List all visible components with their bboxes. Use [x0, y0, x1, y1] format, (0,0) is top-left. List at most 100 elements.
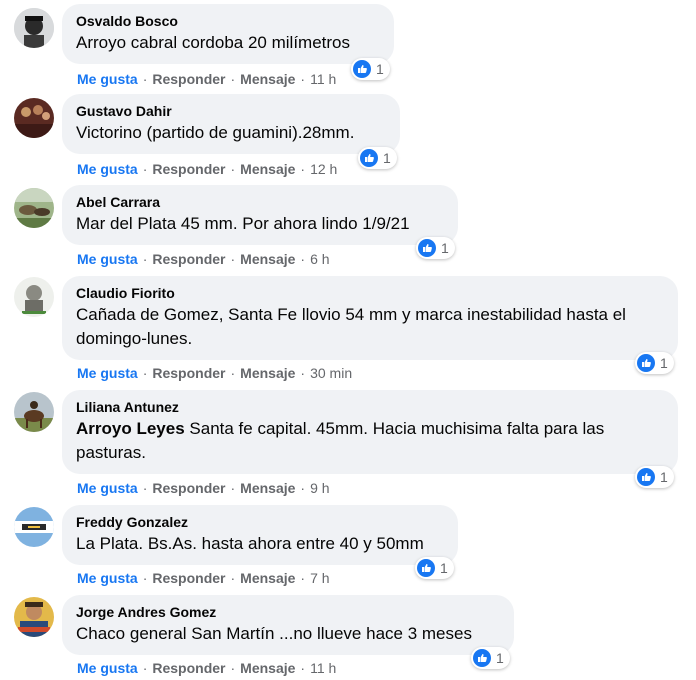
like-button[interactable]: Me gusta — [77, 71, 138, 87]
comment-author[interactable]: Gustavo Dahir — [76, 102, 386, 120]
avatar[interactable] — [14, 98, 54, 138]
like-count: 1 — [496, 650, 504, 666]
comment-bubble: Liliana Antunez Arroyo Leyes Santa fe ca… — [62, 390, 678, 474]
message-button[interactable]: Mensaje — [240, 660, 295, 676]
separator: · — [142, 161, 148, 177]
reaction-count[interactable]: 1 — [415, 557, 454, 579]
message-button[interactable]: Mensaje — [240, 570, 295, 586]
comment-actions: Me gusta · Responder · Mensaje · 6 h — [77, 250, 330, 268]
message-button[interactable]: Mensaje — [240, 480, 295, 496]
reply-button[interactable]: Responder — [152, 480, 225, 496]
separator: · — [142, 480, 148, 496]
timestamp[interactable]: 11 h — [310, 71, 336, 87]
reaction-count[interactable]: 1 — [416, 237, 455, 259]
separator: · — [300, 365, 306, 381]
comment-bubble: Jorge Andres Gomez Chaco general San Mar… — [62, 595, 514, 655]
separator: · — [142, 71, 148, 87]
like-button[interactable]: Me gusta — [77, 570, 138, 586]
comment-text: Chaco general San Martín ...no llueve ha… — [76, 624, 472, 643]
message-button[interactable]: Mensaje — [240, 365, 295, 381]
like-button[interactable]: Me gusta — [77, 251, 138, 267]
reply-button[interactable]: Responder — [152, 71, 225, 87]
avatar-image — [14, 392, 54, 432]
comment-bubble: Gustavo Dahir Victorino (partido de guam… — [62, 94, 400, 154]
reply-button[interactable]: Responder — [152, 365, 225, 381]
separator: · — [300, 251, 306, 267]
comment-text: Cañada de Gomez, Santa Fe llovio 54 mm y… — [76, 305, 626, 348]
reply-button[interactable]: Responder — [152, 660, 225, 676]
separator: · — [300, 161, 306, 177]
thumbs-up-icon — [417, 559, 435, 577]
timestamp[interactable]: 9 h — [310, 480, 329, 496]
avatar[interactable] — [14, 597, 54, 637]
separator: · — [230, 71, 236, 87]
comment-bubble: Osvaldo Bosco Arroyo cabral cordoba 20 m… — [62, 4, 394, 64]
message-button[interactable]: Mensaje — [240, 251, 295, 267]
like-button[interactable]: Me gusta — [77, 660, 138, 676]
separator: · — [142, 365, 148, 381]
thumbs-up-icon — [473, 649, 491, 667]
thumbs-up-icon — [637, 468, 655, 486]
comment-author[interactable]: Abel Carrara — [76, 193, 444, 211]
reaction-count[interactable]: 1 — [635, 466, 674, 488]
avatar-image — [14, 277, 54, 317]
comment-actions: Me gusta · Responder · Mensaje · 11 h — [77, 659, 336, 677]
message-button[interactable]: Mensaje — [240, 161, 295, 177]
avatar[interactable] — [14, 277, 54, 317]
thumbs-up-icon — [353, 60, 371, 78]
reply-button[interactable]: Responder — [152, 161, 225, 177]
reaction-count[interactable]: 1 — [358, 147, 397, 169]
thumbs-up-icon — [637, 354, 655, 372]
avatar[interactable] — [14, 392, 54, 432]
thumbs-up-icon — [418, 239, 436, 257]
separator: · — [230, 480, 236, 496]
reaction-count[interactable]: 1 — [635, 352, 674, 374]
separator: · — [300, 570, 306, 586]
comment-author[interactable]: Claudio Fiorito — [76, 284, 664, 302]
comment-author[interactable]: Osvaldo Bosco — [76, 12, 380, 30]
timestamp[interactable]: 12 h — [310, 161, 337, 177]
separator: · — [142, 660, 148, 676]
like-button[interactable]: Me gusta — [77, 161, 138, 177]
comment-text: La Plata. Bs.As. hasta ahora entre 40 y … — [76, 534, 424, 553]
separator: · — [300, 480, 306, 496]
separator: · — [230, 251, 236, 267]
reaction-count[interactable]: 1 — [471, 647, 510, 669]
avatar-image — [14, 188, 54, 228]
comment-actions: Me gusta · Responder · Mensaje · 7 h — [77, 569, 330, 587]
comment-bubble: Abel Carrara Mar del Plata 45 mm. Por ah… — [62, 185, 458, 245]
comment-actions: Me gusta · Responder · Mensaje · 12 h — [77, 160, 337, 178]
timestamp[interactable]: 6 h — [310, 251, 329, 267]
reaction-count[interactable]: 1 — [351, 58, 390, 80]
like-count: 1 — [660, 469, 668, 485]
timestamp[interactable]: 7 h — [310, 570, 329, 586]
comment-author[interactable]: Jorge Andres Gomez — [76, 603, 500, 621]
timestamp[interactable]: 11 h — [310, 660, 336, 676]
avatar[interactable] — [14, 507, 54, 547]
comment-actions: Me gusta · Responder · Mensaje · 11 h — [77, 70, 336, 88]
like-button[interactable]: Me gusta — [77, 480, 138, 496]
avatar-image — [14, 8, 54, 48]
separator: · — [300, 660, 306, 676]
comment-text: Victorino (partido de guamini).28mm. — [76, 123, 355, 142]
reply-button[interactable]: Responder — [152, 570, 225, 586]
like-count: 1 — [376, 61, 384, 77]
like-button[interactable]: Me gusta — [77, 365, 138, 381]
comment-author[interactable]: Freddy Gonzalez — [76, 513, 444, 531]
like-count: 1 — [440, 560, 448, 576]
avatar[interactable] — [14, 188, 54, 228]
like-count: 1 — [660, 355, 668, 371]
comment-text: Arroyo Leyes Santa fe capital. 45mm. Hac… — [76, 417, 664, 465]
separator: · — [142, 251, 148, 267]
mention-link[interactable]: Arroyo Leyes — [76, 419, 185, 438]
comment-actions: Me gusta · Responder · Mensaje · 30 min — [77, 364, 352, 382]
reply-button[interactable]: Responder — [152, 251, 225, 267]
avatar[interactable] — [14, 8, 54, 48]
message-button[interactable]: Mensaje — [240, 71, 295, 87]
timestamp[interactable]: 30 min — [310, 365, 352, 381]
avatar-image — [14, 98, 54, 138]
separator: · — [230, 161, 236, 177]
avatar-image — [14, 597, 54, 637]
like-count: 1 — [383, 150, 391, 166]
comment-author[interactable]: Liliana Antunez — [76, 398, 664, 416]
